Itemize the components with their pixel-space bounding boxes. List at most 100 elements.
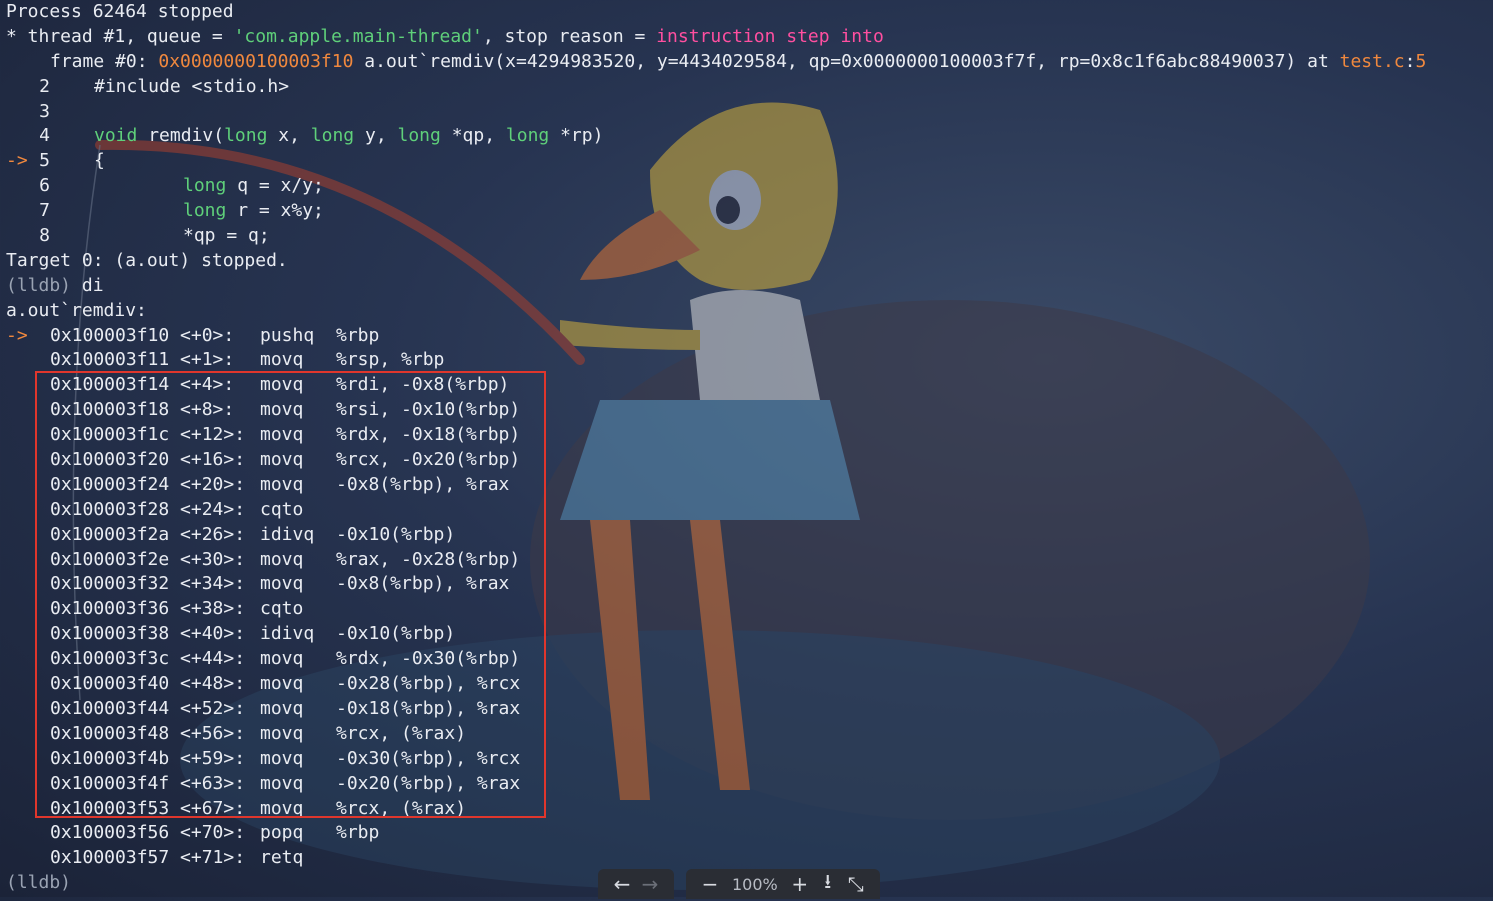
- plus-icon: +: [791, 872, 809, 896]
- instruction-mnemonic: movq: [260, 473, 304, 495]
- frame-info-line: frame #0: 0x0000000100003f10 a.out`remdi…: [50, 50, 1427, 72]
- instruction-address: 0x100003f53 <+67>:: [50, 797, 246, 819]
- source-line: 3: [39, 100, 50, 122]
- instruction-mnemonic: cqto: [260, 498, 304, 520]
- target-status-line: Target 0: (a.out) stopped.: [6, 249, 288, 271]
- instruction-operands: -0x18(%rbp), %rax: [336, 697, 521, 719]
- instruction-address: 0x100003f4f <+63>:: [50, 772, 246, 794]
- instruction-operands: %rbp: [336, 822, 380, 844]
- instruction-operands: -0x28(%rbp), %rcx: [336, 673, 521, 695]
- instruction-address: 0x100003f44 <+52>:: [50, 697, 246, 719]
- source-line: 4 void remdiv(long x, long y, long *qp, l…: [39, 125, 604, 147]
- command-line[interactable]: (lldb) di: [6, 274, 1486, 299]
- instruction-mnemonic: popq: [260, 822, 304, 844]
- instruction-mnemonic: movq: [260, 449, 304, 471]
- zoom-group: − 100% + ⭳ ⤡: [686, 869, 880, 899]
- nav-group: ← →: [598, 869, 674, 899]
- instruction-mnemonic: movq: [260, 374, 304, 396]
- source-line: 6 long q = x/y;: [39, 175, 324, 197]
- thread-info-line: * thread #1, queue = 'com.apple.main-thr…: [6, 25, 884, 47]
- instruction-address: 0x100003f4b <+59>:: [50, 747, 246, 769]
- disasm-row: 0x100003f14 <+4>: movq %rdi, -0x8(%rbp): [6, 373, 1486, 398]
- instruction-operands: -0x10(%rbp): [336, 623, 456, 645]
- disasm-row: 0x100003f32 <+34>: movq -0x8(%rbp), %rax: [6, 572, 1486, 597]
- instruction-address: 0x100003f2a <+26>:: [50, 523, 246, 545]
- disasm-row: 0x100003f4f <+63>: movq -0x20(%rbp), %rax: [6, 772, 1486, 797]
- instruction-mnemonic: movq: [260, 573, 304, 595]
- instruction-mnemonic: pushq: [260, 324, 315, 346]
- source-line: 2 #include <stdio.h>: [39, 75, 290, 97]
- instruction-address: 0x100003f57 <+71>:: [50, 847, 246, 869]
- instruction-address: 0x100003f20 <+16>:: [50, 449, 246, 471]
- instruction-mnemonic: movq: [260, 722, 304, 744]
- instruction-address: 0x100003f14 <+4>:: [50, 374, 235, 396]
- instruction-operands: %rdx, -0x30(%rbp): [336, 648, 521, 670]
- source-line: 7 long r = x%y;: [39, 200, 324, 222]
- instruction-address: 0x100003f3c <+44>:: [50, 648, 246, 670]
- instruction-operands: %rbp: [336, 324, 380, 346]
- download-button[interactable]: ⭳: [814, 869, 842, 898]
- disasm-row: 0x100003f38 <+40>: idivq -0x10(%rbp): [6, 622, 1486, 647]
- lldb-prompt: (lldb): [6, 872, 72, 894]
- disasm-row: 0x100003f40 <+48>: movq -0x28(%rbp), %rcx: [6, 672, 1486, 697]
- instruction-address: 0x100003f48 <+56>:: [50, 722, 246, 744]
- instruction-address: 0x100003f1c <+12>:: [50, 424, 246, 446]
- function-label: a.out`remdiv:: [6, 299, 147, 321]
- instruction-address: 0x100003f24 <+20>:: [50, 473, 246, 495]
- disasm-row: 0x100003f28 <+24>: cqto: [6, 498, 1486, 523]
- disasm-row: 0x100003f3c <+44>: movq %rdx, -0x30(%rbp): [6, 647, 1486, 672]
- terminal[interactable]: Process 62464 stopped * thread #1, queue…: [6, 0, 1486, 896]
- instruction-operands: %rdi, -0x8(%rbp): [336, 374, 510, 396]
- instruction-address: 0x100003f11 <+1>:: [50, 349, 235, 371]
- instruction-address: 0x100003f18 <+8>:: [50, 399, 235, 421]
- source-line: 8 *qp = q;: [39, 225, 270, 247]
- disasm-row: 0x100003f2e <+30>: movq %rax, -0x28(%rbp): [6, 548, 1486, 573]
- instruction-address: 0x100003f2e <+30>:: [50, 548, 246, 570]
- instruction-mnemonic: idivq: [260, 523, 315, 545]
- lldb-prompt: (lldb): [6, 274, 72, 296]
- disasm-row: 0x100003f44 <+52>: movq -0x18(%rbp), %rax: [6, 697, 1486, 722]
- instruction-operands: -0x8(%rbp), %rax: [336, 473, 510, 495]
- instruction-operands: -0x10(%rbp): [336, 523, 456, 545]
- current-instruction-arrow: ->: [6, 324, 28, 346]
- instruction-mnemonic: movq: [260, 772, 304, 794]
- collapse-button[interactable]: ⤡: [842, 870, 870, 898]
- instruction-mnemonic: movq: [260, 548, 304, 570]
- viewer-toolbar: ← → − 100% + ⭳ ⤡: [598, 869, 880, 899]
- process-status-line: Process 62464 stopped: [6, 1, 234, 22]
- instruction-mnemonic: movq: [260, 349, 304, 371]
- instruction-operands: %rax, -0x28(%rbp): [336, 548, 521, 570]
- current-line-arrow: ->: [6, 150, 28, 172]
- disasm-row: 0x100003f53 <+67>: movq %rcx, (%rax): [6, 797, 1486, 822]
- instruction-mnemonic: idivq: [260, 623, 315, 645]
- instruction-address: 0x100003f28 <+24>:: [50, 498, 246, 520]
- back-button[interactable]: ←: [608, 870, 636, 898]
- disasm-row: 0x100003f48 <+56>: movq %rcx, (%rax): [6, 722, 1486, 747]
- disasm-row-current: -> 0x100003f10 <+0>: pushq %rbp: [6, 324, 1486, 349]
- instruction-mnemonic: movq: [260, 399, 304, 421]
- instruction-operands: -0x20(%rbp), %rax: [336, 772, 521, 794]
- arrow-right-icon: →: [641, 872, 659, 896]
- zoom-level: 100%: [732, 874, 778, 894]
- instruction-mnemonic: movq: [260, 747, 304, 769]
- instruction-mnemonic: movq: [260, 424, 304, 446]
- zoom-in-button[interactable]: +: [786, 870, 814, 898]
- zoom-out-button[interactable]: −: [696, 870, 724, 898]
- instruction-mnemonic: movq: [260, 648, 304, 670]
- instruction-mnemonic: movq: [260, 673, 304, 695]
- instruction-mnemonic: movq: [260, 697, 304, 719]
- instruction-operands: %rsi, -0x10(%rbp): [336, 399, 521, 421]
- disasm-row: 0x100003f11 <+1>: movq %rsp, %rbp: [6, 348, 1486, 373]
- instruction-mnemonic: retq: [260, 847, 304, 869]
- instruction-mnemonic: cqto: [260, 598, 304, 620]
- disasm-row: 0x100003f57 <+71>: retq: [6, 846, 1486, 871]
- disasm-row: 0x100003f2a <+26>: idivq -0x10(%rbp): [6, 523, 1486, 548]
- instruction-operands: -0x30(%rbp), %rcx: [336, 747, 521, 769]
- forward-button[interactable]: →: [636, 870, 664, 898]
- arrow-left-icon: ←: [613, 872, 631, 896]
- disasm-row: 0x100003f18 <+8>: movq %rsi, -0x10(%rbp): [6, 398, 1486, 423]
- instruction-operands: %rcx, -0x20(%rbp): [336, 449, 521, 471]
- instruction-address: 0x100003f38 <+40>:: [50, 623, 246, 645]
- disasm-row: 0x100003f56 <+70>: popq %rbp: [6, 821, 1486, 846]
- instruction-operands: %rsp, %rbp: [336, 349, 445, 371]
